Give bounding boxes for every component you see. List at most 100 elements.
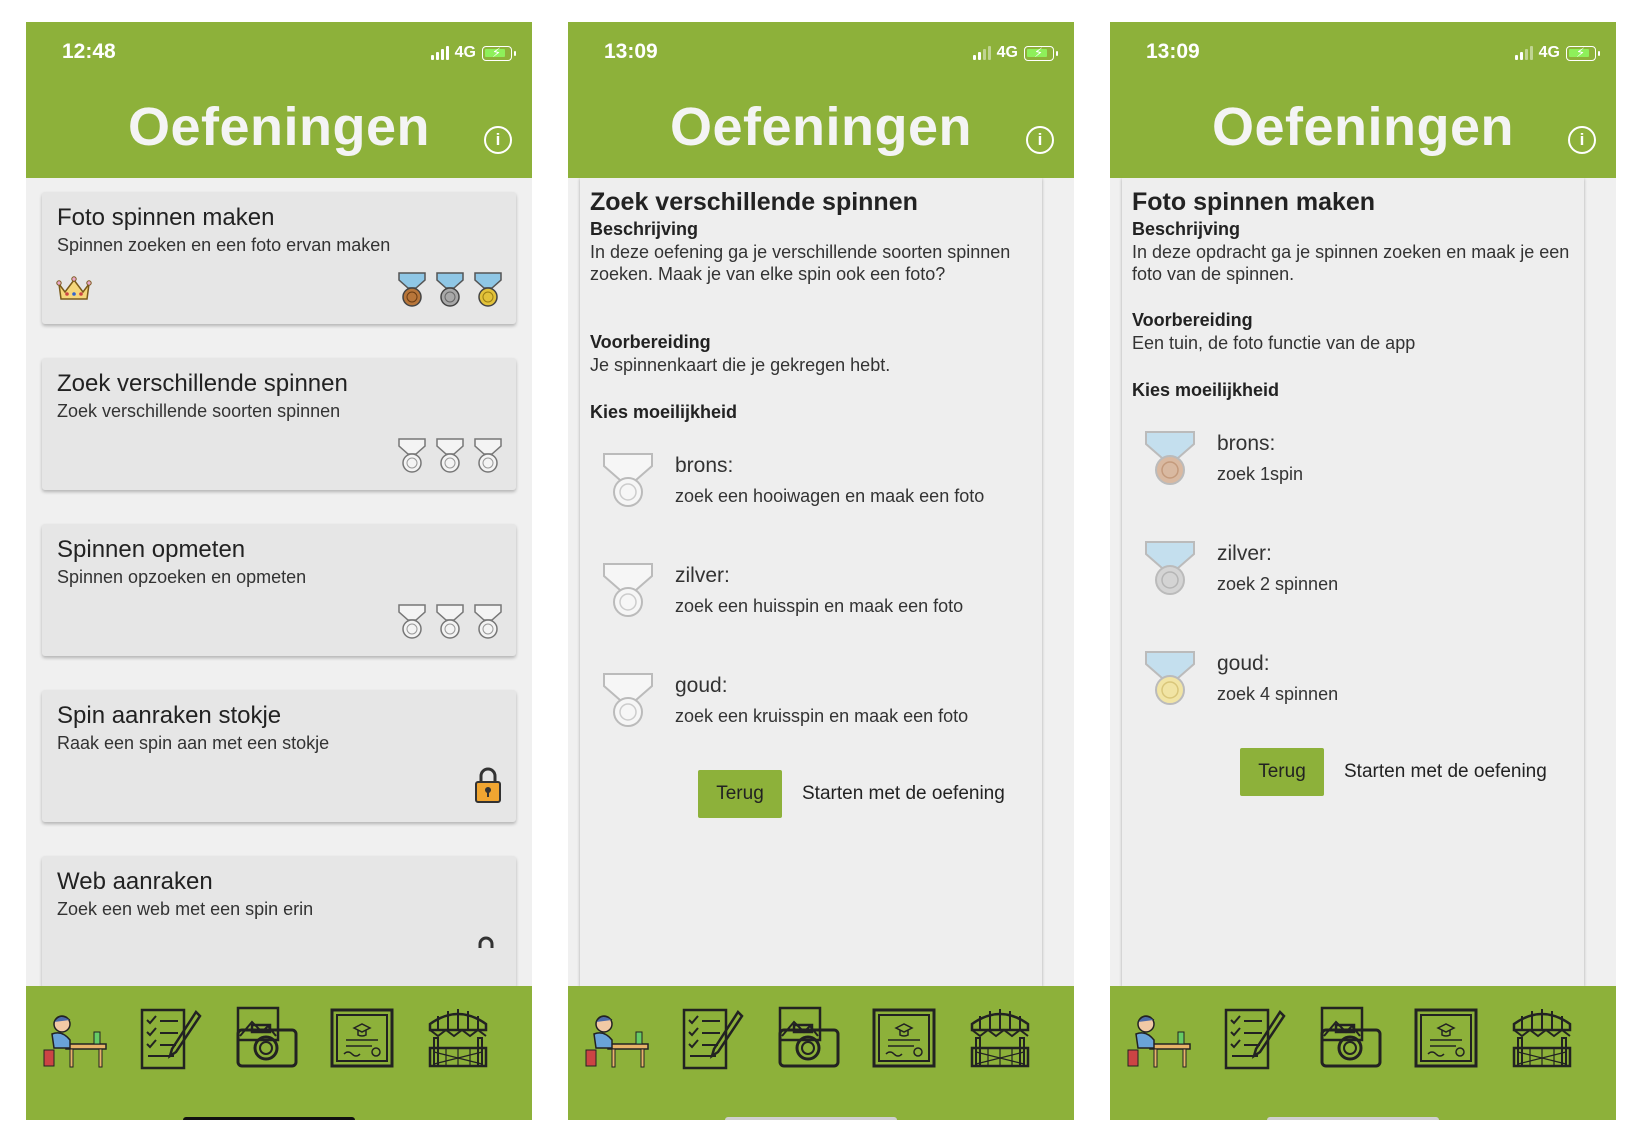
status-bar: 13:09 4G ⚡ [568, 22, 1074, 82]
exercise-card[interactable]: Spin aanraken stokje Raak een spin aan m… [42, 690, 516, 822]
lock-icon [475, 767, 501, 803]
camera-photo-icon[interactable] [774, 1004, 842, 1072]
description-text: In deze opdracht ga je spinnen zoeken en… [1132, 242, 1570, 284]
exercise-list: Foto spinnen maken Spinnen zoeken en een… [26, 178, 532, 986]
back-button[interactable]: Terug [698, 770, 782, 818]
student-desk-icon[interactable] [1124, 1004, 1192, 1072]
description-heading: Beschrijving [590, 219, 699, 239]
bronze-medal-icon [398, 272, 426, 307]
student-desk-icon[interactable] [40, 1004, 108, 1072]
silver-medal-icon [436, 272, 464, 307]
status-indicators: 4G ⚡ [1514, 44, 1600, 62]
checklist-pencil-icon[interactable] [136, 1004, 204, 1072]
lock-icon [478, 936, 494, 948]
signal-icon [972, 46, 991, 60]
exercise-title: Foto spinnen maken [57, 204, 275, 231]
bottom-navigation [1110, 986, 1616, 1120]
phone-screen-exercise-detail: 13:09 4G ⚡ Oefeningen i Foto spinnen mak… [1110, 22, 1616, 1120]
status-bar: 13:09 4G ⚡ [1110, 22, 1616, 82]
page-title: Oefeningen [1211, 97, 1515, 157]
home-indicator[interactable] [183, 1117, 355, 1120]
info-icon[interactable]: i [1026, 126, 1054, 154]
empty-medal-icon [398, 604, 426, 639]
start-exercise-button[interactable]: Starten met de oefening [1344, 748, 1547, 796]
preparation-text: Een tuin, de foto functie van de app [1132, 333, 1416, 353]
detail-title: Zoek verschillende spinnen [590, 188, 918, 216]
exercise-card[interactable]: Web aanraken Zoek een web met een spin e… [42, 856, 516, 986]
market-stall-icon[interactable] [966, 1004, 1034, 1072]
difficulty-option-bronze[interactable]: brons: zoek een hooiwagen en maak een fo… [590, 450, 1030, 530]
info-icon[interactable]: i [484, 126, 512, 154]
empty-medal-icon [474, 438, 502, 473]
difficulty-description: zoek 4 spinnen [1217, 684, 1339, 704]
certificate-icon[interactable] [328, 1004, 396, 1072]
detail-panel: Zoek verschillende spinnen Beschrijving … [580, 178, 1042, 986]
difficulty-option-silver[interactable]: zilver: zoek 2 spinnen [1132, 538, 1572, 618]
status-indicators: 4G ⚡ [972, 44, 1058, 62]
difficulty-option-silver[interactable]: zilver: zoek een huisspin en maak een fo… [590, 560, 1030, 640]
info-icon[interactable]: i [1568, 126, 1596, 154]
bronze-medal-icon [1145, 431, 1195, 485]
app-header: Oefeningen i [26, 82, 532, 178]
difficulty-name: zilver: [675, 564, 730, 587]
market-stall-icon[interactable] [1508, 1004, 1576, 1072]
checklist-pencil-icon[interactable] [1220, 1004, 1288, 1072]
battery-charging-icon: ⚡ [1566, 45, 1600, 61]
preparation-heading: Voorbereiding [590, 332, 711, 352]
phone-screen-exercise-list: 12:48 4G ⚡ Oefeningen i Foto spinnen mak… [26, 22, 532, 1120]
exercise-card[interactable]: Foto spinnen maken Spinnen zoeken en een… [42, 192, 516, 324]
description-heading: Beschrijving [1132, 219, 1241, 239]
battery-charging-icon: ⚡ [482, 45, 516, 61]
empty-medal-icon [603, 453, 653, 507]
difficulty-heading: Kies moeilijkheid [1132, 380, 1280, 400]
start-exercise-button[interactable]: Starten met de oefening [802, 770, 1005, 818]
certificate-icon[interactable] [1412, 1004, 1480, 1072]
market-stall-icon[interactable] [424, 1004, 492, 1072]
difficulty-description: zoek 1spin [1217, 464, 1304, 484]
exercise-subtitle: Spinnen opzoeken en opmeten [57, 567, 307, 587]
difficulty-option-bronze[interactable]: brons: zoek 1spin [1132, 428, 1572, 508]
app-header: Oefeningen i [1110, 82, 1616, 178]
app-header: Oefeningen i [568, 82, 1074, 178]
home-indicator[interactable] [1267, 1117, 1439, 1120]
exercise-subtitle: Zoek verschillende soorten spinnen [57, 401, 341, 421]
exercise-title: Zoek verschillende spinnen [57, 370, 348, 397]
difficulty-option-gold[interactable]: goud: zoek een kruisspin en maak een fot… [590, 670, 1030, 750]
medal-row [396, 602, 504, 640]
bottom-navigation [568, 986, 1074, 1120]
exercise-detail: Zoek verschillende spinnen Beschrijving … [568, 178, 1074, 986]
empty-medal-icon [398, 438, 426, 473]
preparation-heading: Voorbereiding [1132, 310, 1253, 330]
detail-panel: Foto spinnen maken Beschrijving In deze … [1122, 178, 1584, 986]
exercise-subtitle: Raak een spin aan met een stokje [57, 733, 330, 753]
difficulty-name: brons: [675, 454, 734, 477]
difficulty-heading: Kies moeilijkheid [590, 402, 738, 422]
signal-icon [1514, 46, 1533, 60]
network-type: 4G [1538, 44, 1560, 61]
back-button[interactable]: Terug [1240, 748, 1324, 796]
difficulty-option-gold[interactable]: goud: zoek 4 spinnen [1132, 648, 1572, 728]
status-time: 12:48 [62, 40, 116, 63]
camera-photo-icon[interactable] [232, 1004, 300, 1072]
network-type: 4G [454, 44, 476, 61]
certificate-icon[interactable] [870, 1004, 938, 1072]
status-indicators: 4G ⚡ [430, 44, 516, 62]
bottom-navigation [26, 986, 532, 1120]
page-title: Oefeningen [127, 97, 431, 157]
exercise-card[interactable]: Zoek verschillende spinnen Zoek verschil… [42, 358, 516, 490]
exercise-card[interactable]: Spinnen opmeten Spinnen opzoeken en opme… [42, 524, 516, 656]
gold-medal-icon [474, 272, 502, 307]
crown-icon [56, 276, 92, 300]
status-bar: 12:48 4G ⚡ [26, 22, 532, 82]
empty-medal-icon [603, 563, 653, 617]
camera-photo-icon[interactable] [1316, 1004, 1384, 1072]
gold-medal-icon [1145, 651, 1195, 705]
empty-medal-icon [436, 438, 464, 473]
silver-medal-icon [1145, 541, 1195, 595]
home-indicator[interactable] [725, 1117, 897, 1120]
checklist-pencil-icon[interactable] [678, 1004, 746, 1072]
description-text: In deze oefening ga je verschillende soo… [590, 242, 1011, 284]
empty-medal-icon [474, 604, 502, 639]
student-desk-icon[interactable] [582, 1004, 650, 1072]
detail-title: Foto spinnen maken [1132, 188, 1376, 216]
